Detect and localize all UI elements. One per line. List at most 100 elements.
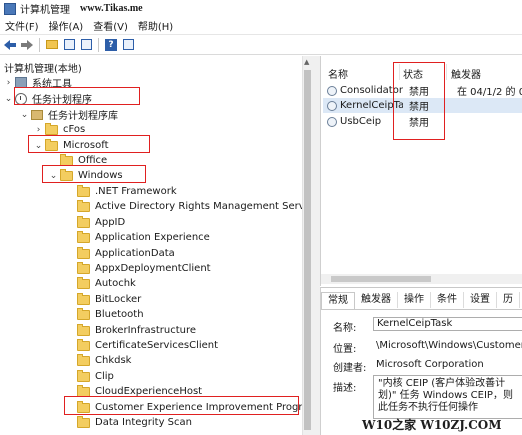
window-title: 计算机管理: [20, 5, 70, 16]
tree-item-label: Bluetooth: [95, 309, 144, 320]
tab-settings[interactable]: 设置: [464, 292, 497, 308]
task-details-pane: 常规 触发器 操作 条件 设置 历 名称: KernelCeipTask 位置:…: [320, 287, 522, 435]
tree-item-appid[interactable]: AppID: [66, 215, 125, 230]
tree-item-label: Autochk: [95, 278, 136, 289]
toolbar-separator: [98, 37, 99, 52]
highlight-ceip-folder: [64, 396, 299, 415]
expand-icon[interactable]: ›: [34, 125, 43, 135]
tree-vertical-scrollbar[interactable]: ▲: [302, 56, 312, 435]
task-icon: [327, 116, 337, 127]
folder-icon: [77, 353, 90, 366]
tree-root[interactable]: 计算机管理(本地): [4, 60, 82, 75]
menu-view[interactable]: 查看(V): [88, 18, 133, 33]
task-icon: [327, 85, 337, 96]
tab-conditions[interactable]: 条件: [431, 292, 464, 308]
description-field[interactable]: "内核 CEIP (客户体验改善计划)" 任务 Windows CEIP，则此任…: [373, 375, 522, 419]
highlight-windows: [42, 165, 146, 183]
scrollbar-thumb[interactable]: [304, 70, 311, 430]
highlight-microsoft: [28, 135, 150, 153]
scrollbar-thumb[interactable]: [331, 276, 431, 282]
tree-item-brokerinfrastructure[interactable]: BrokerInfrastructure: [66, 323, 196, 338]
tree-item-ad-rms[interactable]: Active Directory Rights Management Servi…: [66, 199, 312, 214]
tab-triggers[interactable]: 触发器: [355, 292, 398, 308]
tree-item-label: AppxDeploymentClient: [95, 263, 211, 274]
collapse-icon[interactable]: ⌄: [20, 110, 29, 120]
tree-item-net-framework[interactable]: .NET Framework: [66, 184, 177, 199]
tree-item-bitlocker[interactable]: BitLocker: [66, 292, 141, 307]
toolbar-separator: [39, 37, 40, 52]
show-tree-button[interactable]: [62, 38, 76, 52]
folder-icon: [45, 122, 58, 135]
author-value: Microsoft Corporation: [376, 359, 484, 370]
name-label: 名称:: [333, 323, 357, 334]
tree-item-chkdsk[interactable]: Chkdsk: [66, 353, 131, 368]
forward-arrow-icon: [21, 39, 33, 50]
column-header-name[interactable]: 名称: [328, 66, 348, 81]
menu-help[interactable]: 帮助(H): [133, 18, 178, 33]
column-header-trigger[interactable]: 触发器: [451, 66, 481, 81]
task-icon: [327, 100, 337, 111]
folder-icon: [77, 246, 90, 259]
tab-actions[interactable]: 操作: [398, 292, 431, 308]
tree-item-label: .NET Framework: [95, 186, 177, 197]
tree-item-data-integrity-scan[interactable]: Data Integrity Scan: [66, 415, 192, 430]
title-bar: 计算机管理 www.Tikas.me: [0, 0, 522, 17]
task-list-horizontal-scrollbar[interactable]: [321, 274, 522, 284]
folder-icon: [77, 199, 90, 212]
help-button[interactable]: ?: [104, 38, 118, 52]
help-icon: ?: [105, 38, 117, 51]
folder-icon: [77, 276, 90, 289]
tree-item-applicationdata[interactable]: ApplicationData: [66, 246, 175, 261]
toolbar: ?: [0, 35, 522, 55]
pane-splitter[interactable]: [312, 56, 320, 435]
tree-item-certificateservicesclient[interactable]: CertificateServicesClient: [66, 338, 218, 353]
scroll-up-icon[interactable]: ▲: [304, 58, 309, 66]
tree-item-application-experience[interactable]: Application Experience: [66, 230, 210, 245]
column-divider[interactable]: [446, 64, 447, 80]
tree-item-bluetooth[interactable]: Bluetooth: [66, 307, 144, 322]
collapse-icon[interactable]: ⌄: [4, 94, 13, 104]
folder-icon: [77, 369, 90, 382]
highlight-task-scheduler: [14, 87, 140, 105]
folder-icon: [77, 323, 90, 336]
tab-divider: [321, 309, 522, 310]
properties-button[interactable]: [79, 38, 93, 52]
expand-icon[interactable]: ›: [4, 78, 13, 88]
folder-icon: [77, 415, 90, 428]
highlight-state-column: [393, 62, 445, 140]
forward-button[interactable]: [20, 38, 34, 52]
tab-history[interactable]: 历: [497, 292, 520, 308]
tree-item-clip[interactable]: Clip: [66, 369, 114, 384]
watermark-text: W10之家 W10ZJ.COM: [362, 418, 502, 432]
name-field[interactable]: KernelCeipTask: [373, 317, 522, 331]
folder-icon: [77, 338, 90, 351]
tab-general[interactable]: 常规: [321, 292, 355, 309]
folder-up-icon: [46, 40, 58, 49]
description-label: 描述:: [333, 383, 357, 394]
tree-item-label: AppID: [95, 217, 126, 228]
tree-item-label: CertificateServicesClient: [95, 340, 219, 351]
menu-file[interactable]: 文件(F): [0, 18, 44, 33]
folder-icon: [60, 153, 73, 166]
folder-icon: [77, 261, 90, 274]
tree-item-label: Data Integrity Scan: [95, 417, 192, 428]
tree-item-label: 任务计划程序库: [48, 111, 118, 122]
tree-item-label: Clip: [95, 371, 114, 382]
menu-action[interactable]: 操作(A): [44, 18, 89, 33]
tree-item-label: Application Experience: [95, 232, 210, 243]
location-value: \Microsoft\Windows\Customer E: [376, 340, 522, 351]
tree-item-autochk[interactable]: Autochk: [66, 276, 136, 291]
details-tabs: 常规 触发器 操作 条件 设置 历: [321, 292, 520, 309]
tree-item-task-library[interactable]: ⌄ 任务计划程序库: [20, 107, 118, 122]
menu-bar: 文件(F) 操作(A) 查看(V) 帮助(H): [0, 17, 522, 35]
folder-icon: [77, 184, 90, 197]
window-site-text: www.Tikas.me: [80, 3, 143, 14]
location-label: 位置:: [333, 344, 357, 355]
show-action-pane-button[interactable]: [121, 38, 135, 52]
tree-item-label: ApplicationData: [95, 248, 175, 259]
folder-icon: [77, 230, 90, 243]
tree-item-appxdeploymentclient[interactable]: AppxDeploymentClient: [66, 261, 211, 276]
back-button[interactable]: [3, 38, 17, 52]
up-folder-button[interactable]: [45, 38, 59, 52]
task-trigger: 在 04/1/2 的 0:00: [457, 87, 522, 98]
